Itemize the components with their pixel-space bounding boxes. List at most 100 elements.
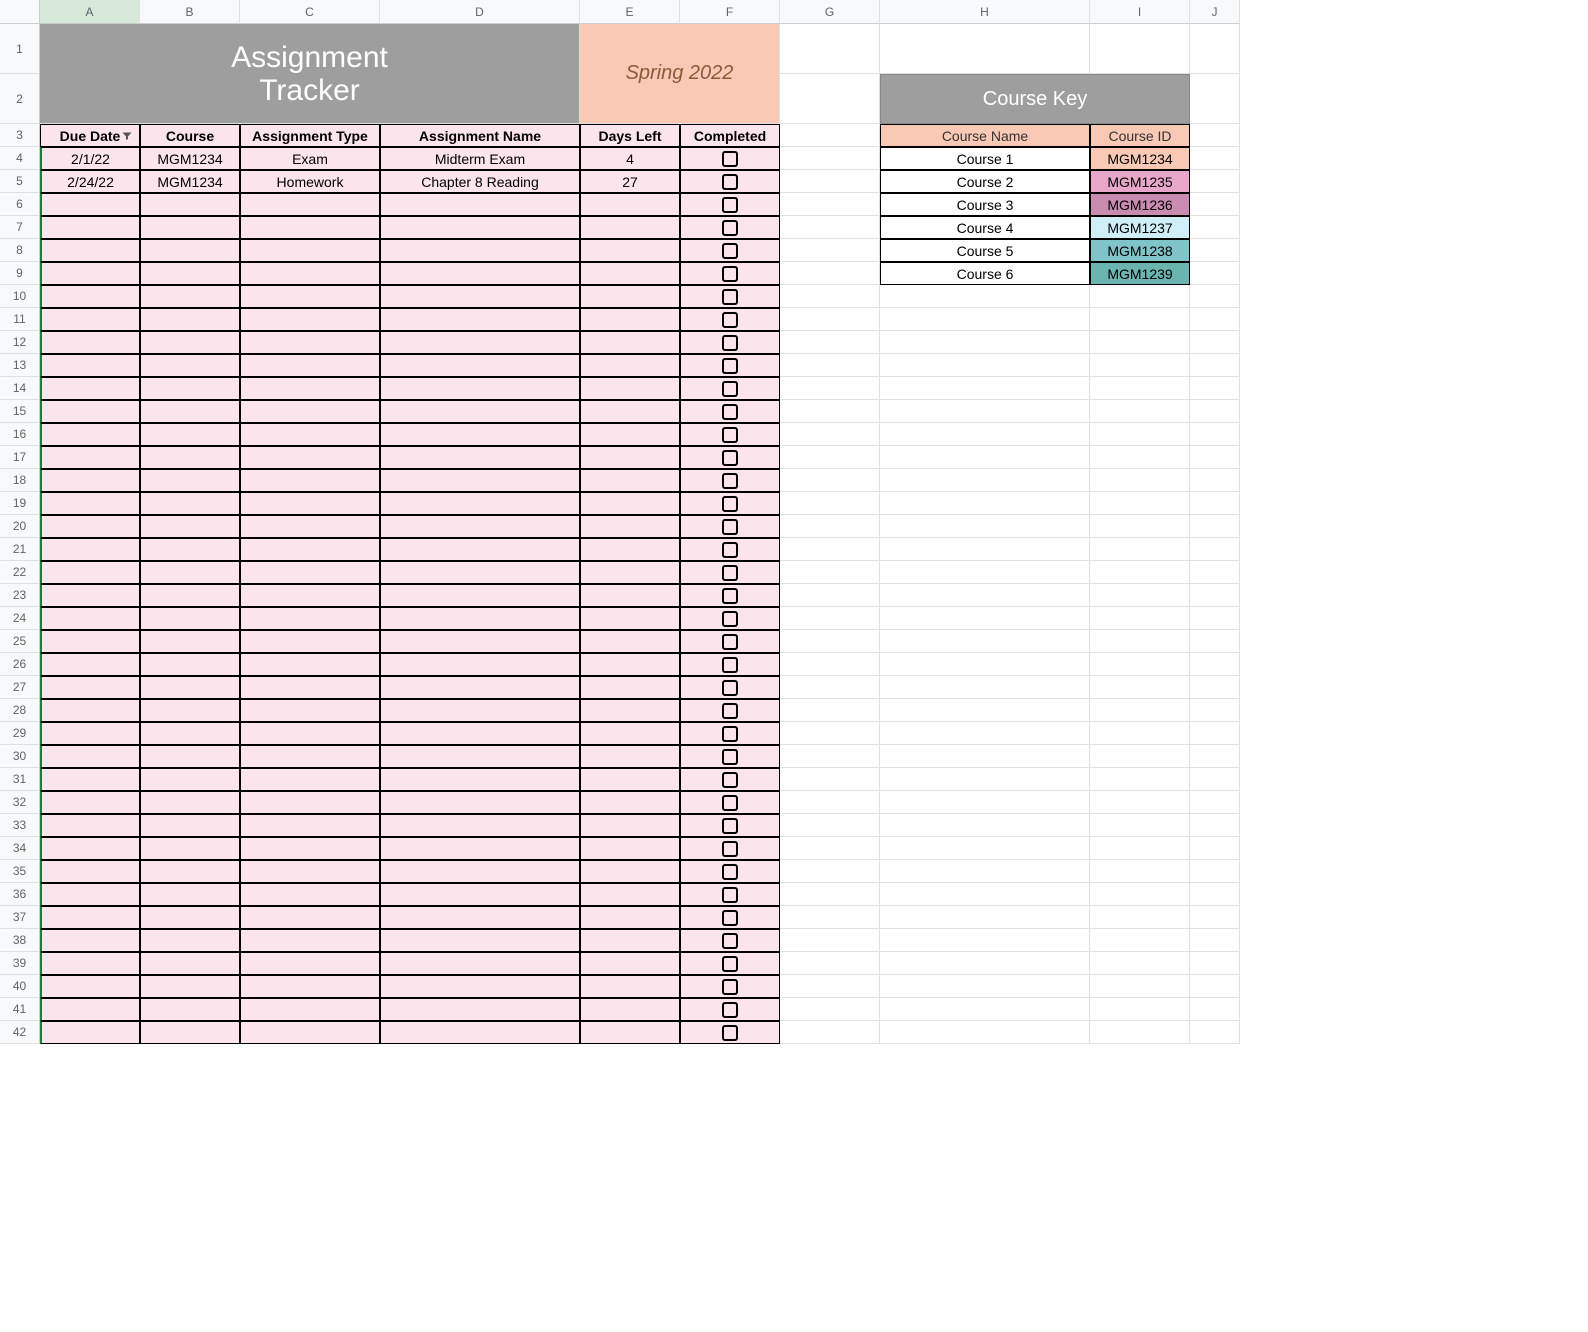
completed-checkbox[interactable] [722, 151, 738, 167]
cell-J32[interactable] [1190, 791, 1240, 814]
tracker-cell[interactable] [140, 791, 240, 814]
cell-H26[interactable] [880, 653, 1090, 676]
tracker-cell[interactable] [380, 1021, 580, 1044]
tracker-cell[interactable] [240, 469, 380, 492]
cell-I11[interactable] [1090, 308, 1190, 331]
tracker-cell[interactable] [240, 400, 380, 423]
cell-J39[interactable] [1190, 952, 1240, 975]
cell-J26[interactable] [1190, 653, 1240, 676]
cell-H20[interactable] [880, 515, 1090, 538]
row-header-2[interactable]: 2 [0, 74, 40, 124]
tracker-cell[interactable] [680, 538, 780, 561]
cell-H40[interactable] [880, 975, 1090, 998]
tracker-cell[interactable] [580, 446, 680, 469]
tracker-cell[interactable] [240, 676, 380, 699]
completed-checkbox[interactable] [722, 979, 738, 995]
tracker-cell[interactable] [240, 354, 380, 377]
tracker-cell[interactable] [680, 170, 780, 193]
tracker-cell[interactable] [580, 515, 680, 538]
tracker-cell[interactable] [140, 676, 240, 699]
cell-G38[interactable] [780, 929, 880, 952]
tracker-cell[interactable] [240, 216, 380, 239]
tracker-header-completed[interactable]: Completed [680, 124, 780, 147]
cell-J6[interactable] [1190, 193, 1240, 216]
completed-checkbox[interactable] [722, 289, 738, 305]
completed-checkbox[interactable] [722, 588, 738, 604]
cell-J25[interactable] [1190, 630, 1240, 653]
tracker-cell[interactable] [40, 377, 140, 400]
cell-G3[interactable] [780, 124, 880, 147]
cell-H19[interactable] [880, 492, 1090, 515]
tracker-cell[interactable] [580, 653, 680, 676]
tracker-cell[interactable] [580, 676, 680, 699]
tracker-cell[interactable] [380, 768, 580, 791]
completed-checkbox[interactable] [722, 818, 738, 834]
cell-J22[interactable] [1190, 561, 1240, 584]
row-header-10[interactable]: 10 [0, 285, 40, 308]
cell-J9[interactable] [1190, 262, 1240, 285]
tracker-cell[interactable] [580, 722, 680, 745]
tracker-cell[interactable] [40, 354, 140, 377]
cell-H33[interactable] [880, 814, 1090, 837]
cell-H27[interactable] [880, 676, 1090, 699]
cell-G12[interactable] [780, 331, 880, 354]
cell-G32[interactable] [780, 791, 880, 814]
row-header-16[interactable]: 16 [0, 423, 40, 446]
cell-I19[interactable] [1090, 492, 1190, 515]
cell-J2[interactable] [1190, 74, 1240, 124]
tracker-cell[interactable] [680, 262, 780, 285]
completed-checkbox[interactable] [722, 312, 738, 328]
tracker-cell[interactable] [680, 814, 780, 837]
tracker-cell[interactable] [380, 745, 580, 768]
tracker-cell[interactable] [680, 308, 780, 331]
tracker-cell[interactable] [40, 745, 140, 768]
tracker-cell[interactable] [380, 423, 580, 446]
cell-G37[interactable] [780, 906, 880, 929]
tracker-cell[interactable]: 27 [580, 170, 680, 193]
completed-checkbox[interactable] [722, 749, 738, 765]
completed-checkbox[interactable] [722, 496, 738, 512]
tracker-cell[interactable] [380, 676, 580, 699]
tracker-cell[interactable] [140, 492, 240, 515]
tracker-cell[interactable] [380, 699, 580, 722]
cell-G23[interactable] [780, 584, 880, 607]
tracker-cell[interactable] [240, 331, 380, 354]
completed-checkbox[interactable] [722, 266, 738, 282]
completed-checkbox[interactable] [722, 519, 738, 535]
row-header-22[interactable]: 22 [0, 561, 40, 584]
cell-G19[interactable] [780, 492, 880, 515]
row-header-28[interactable]: 28 [0, 699, 40, 722]
row-header-29[interactable]: 29 [0, 722, 40, 745]
tracker-header-due_date[interactable]: Due Date [40, 124, 140, 147]
tracker-cell[interactable] [680, 952, 780, 975]
cell-I24[interactable] [1090, 607, 1190, 630]
cell-I39[interactable] [1090, 952, 1190, 975]
tracker-cell[interactable] [140, 331, 240, 354]
row-header-23[interactable]: 23 [0, 584, 40, 607]
tracker-cell[interactable] [380, 653, 580, 676]
cell-I37[interactable] [1090, 906, 1190, 929]
row-header-12[interactable]: 12 [0, 331, 40, 354]
tracker-cell[interactable] [140, 699, 240, 722]
tracker-cell[interactable] [240, 1021, 380, 1044]
column-header-C[interactable]: C [240, 0, 380, 24]
tracker-cell[interactable] [380, 538, 580, 561]
cell-H28[interactable] [880, 699, 1090, 722]
tracker-cell[interactable] [680, 745, 780, 768]
cell-G15[interactable] [780, 400, 880, 423]
tracker-cell[interactable] [40, 768, 140, 791]
tracker-cell[interactable] [240, 906, 380, 929]
tracker-cell[interactable] [140, 768, 240, 791]
tracker-cell[interactable] [140, 630, 240, 653]
tracker-cell[interactable]: Homework [240, 170, 380, 193]
tracker-cell[interactable] [380, 308, 580, 331]
completed-checkbox[interactable] [722, 381, 738, 397]
tracker-cell[interactable] [40, 400, 140, 423]
tracker-cell[interactable] [380, 331, 580, 354]
tracker-cell[interactable] [240, 584, 380, 607]
tracker-cell[interactable] [40, 630, 140, 653]
cell-J34[interactable] [1190, 837, 1240, 860]
column-header-I[interactable]: I [1090, 0, 1190, 24]
cell-G28[interactable] [780, 699, 880, 722]
tracker-cell[interactable] [380, 814, 580, 837]
